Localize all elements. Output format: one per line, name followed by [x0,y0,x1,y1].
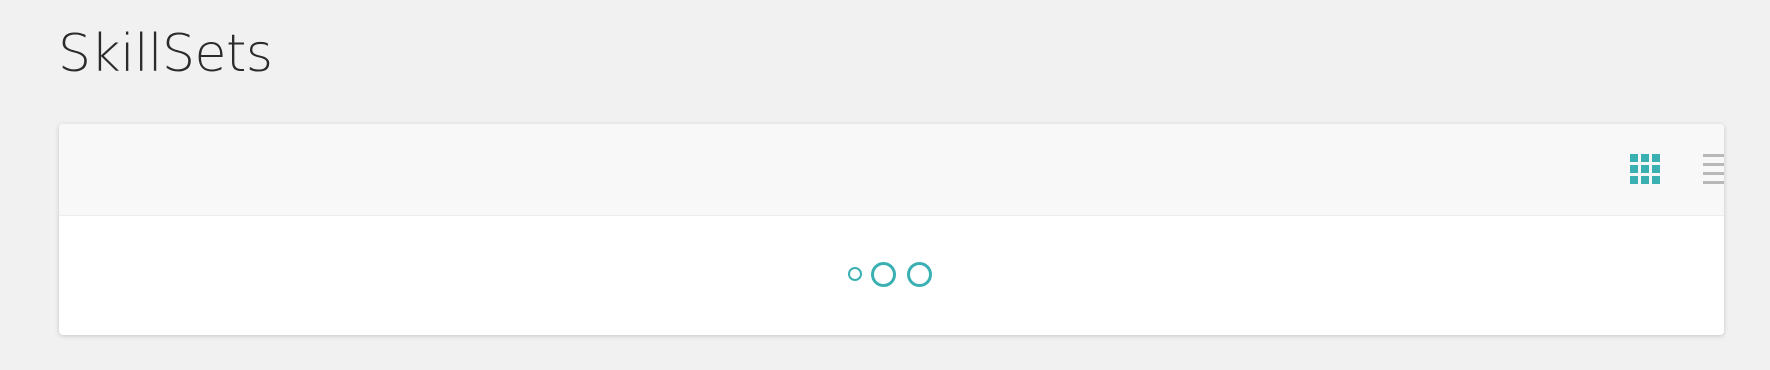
panel-content [59,216,1724,335]
skillsets-panel [59,124,1724,335]
loading-dot [848,267,862,281]
grid-view-button[interactable] [1627,151,1663,187]
grid-view-icon [1630,154,1660,184]
loading-dots-icon [59,216,1724,335]
page: SkillSets [0,0,1770,370]
list-view-button[interactable] [1700,151,1724,187]
loading-dot [907,262,932,287]
page-title: SkillSets [58,24,273,84]
list-view-icon [1702,154,1724,184]
view-toolbar [59,124,1724,216]
loading-dot [871,262,896,287]
